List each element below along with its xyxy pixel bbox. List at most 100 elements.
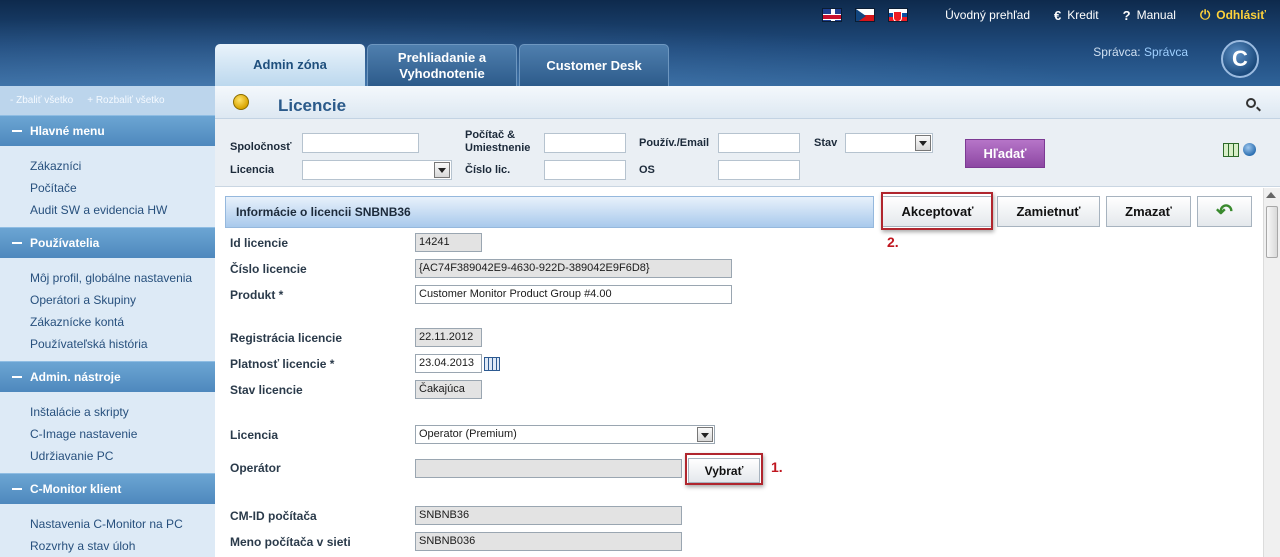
scroll-thumb[interactable] [1266,206,1278,258]
manual-link-label: Manual [1136,8,1176,22]
cmid-label: CM-ID počítača [230,509,317,523]
license-id-label: Id licencie [230,236,289,250]
sidebar-section-title: Používatelia [30,236,100,250]
filter-os-input[interactable] [718,160,800,180]
sidebar-item-operators[interactable]: Operátori a Skupiny [30,289,215,311]
sidebar-item-cmonitor-settings[interactable]: Nastavenia C-Monitor na PC [30,513,215,535]
euro-icon: € [1054,7,1062,23]
sidebar-item-my-profile[interactable]: Môj profil, globálne nastavenia [30,267,215,289]
sidebar-item-computers[interactable]: Počítače [30,177,215,199]
back-button[interactable]: ↶ [1197,196,1252,227]
sidebar-item-installations[interactable]: Inštalácie a skripty [30,401,215,423]
sidebar: - Zbaliť všetko + Rozbaliť všetko Hlavné… [0,86,215,557]
power-icon: ⏻ [1199,7,1211,22]
filter-state-label: Stav [814,137,838,149]
credit-link[interactable]: € Kredit [1054,8,1099,23]
tab-admin-zone[interactable]: Admin zóna [215,44,365,86]
tab-browse-evaluate[interactable]: Prehliadanie a Vyhodnotenie [367,44,517,86]
annotation-step-2: 2. [887,234,899,250]
calendar-icon[interactable] [484,357,500,371]
content-scrollbar[interactable] [1263,188,1280,557]
filter-license-no-label: Číslo lic. [465,164,511,176]
page-title: Licencie [278,96,347,115]
registration-value: 22.11.2012 [415,328,482,347]
highlight-choose [685,453,763,485]
filter-bar: Spoločnosť Licencia Počítač & Umiestneni… [215,119,1280,187]
export-grid-icon[interactable] [1223,143,1239,157]
expand-all-link[interactable]: + Rozbaliť všetko [87,95,164,106]
highlight-accept [881,192,993,230]
scroll-up-icon[interactable] [1266,192,1276,198]
sidebar-section-admin-tools[interactable]: Admin. nástroje [0,361,215,392]
flag-cz-icon[interactable] [855,8,876,22]
sidebar-item-user-history[interactable]: Používateľská história [30,333,215,355]
sidebar-list-users: Môj profil, globálne nastavenia Operátor… [0,258,215,361]
sidebar-section-users[interactable]: Používatelia [0,227,215,258]
validity-label: Platnosť licencie * [230,357,335,371]
tab-customer-desk[interactable]: Customer Desk [519,44,669,86]
filter-tools [1223,143,1256,157]
product-input[interactable]: Customer Monitor Product Group #4.00 [415,285,732,304]
annotation-step-1: 1. [771,459,783,475]
current-user: Správca: Správca [1093,45,1188,59]
filter-computer-label: Počítač & Umiestnenie [465,129,531,154]
chevron-down-icon [697,427,713,442]
reject-button[interactable]: Zamietnuť [997,196,1100,227]
filter-user-email-label: Použív./Email [639,137,710,149]
sidebar-section-title: Hlavné menu [30,124,105,138]
license-number-label: Číslo licencie [230,262,307,276]
page-header: Licencie [215,86,1280,119]
section-title: Informácie o licencii SNBNB36 [225,196,874,228]
flag-uk-icon[interactable] [822,8,843,22]
validity-input[interactable]: 23.04.2013 [415,354,482,373]
chevron-down-icon [915,135,931,151]
delete-button[interactable]: Zmazať [1106,196,1191,227]
sidebar-item-customer-accounts[interactable]: Zákaznícke kontá [30,311,215,333]
logout-link[interactable]: ⏻ Odhlásiť [1200,7,1266,23]
search-button[interactable]: Hľadať [965,139,1045,168]
sidebar-item-audit[interactable]: Audit SW a evidencia HW [30,199,215,221]
license-type-select[interactable]: Operator (Premium) [415,425,715,444]
collapse-all-link[interactable]: - Zbaliť všetko [10,95,73,106]
license-state-label: Stav licencie [230,383,303,397]
filter-license-no-input[interactable] [544,160,626,180]
credit-link-label: Kredit [1067,8,1099,22]
sidebar-section-cmonitor[interactable]: C-Monitor klient [0,473,215,504]
filter-user-email-input[interactable] [718,133,800,153]
sidebar-list-cmonitor: Nastavenia C-Monitor na PC Rozvrhy a sta… [0,504,215,557]
main-panel: Licencie Spoločnosť Licencia Počítač & U… [215,86,1280,557]
sidebar-item-pc-maintenance[interactable]: Udržiavanie PC [30,445,215,467]
sidebar-controls: - Zbaliť všetko + Rozbaliť všetko [0,86,215,115]
user-name[interactable]: Správca [1144,45,1188,59]
license-number-value: {AC74F389042E9-4630-922D-389042E9F6D8} [415,259,732,278]
sidebar-item-customers[interactable]: Zákazníci [30,155,215,177]
sidebar-item-schedules[interactable]: Rozvrhy a stav úloh [30,535,215,557]
help-icon[interactable] [1243,143,1256,156]
sidebar-item-cimage[interactable]: C-Image nastavenie [30,423,215,445]
cmid-value: SNBNB36 [415,506,682,525]
chevron-down-icon [434,162,450,178]
filter-license-select[interactable] [302,160,452,180]
app-logo: C [1221,40,1259,78]
sidebar-section-title: C-Monitor klient [30,482,122,496]
overview-link-label: Úvodný prehľad [945,8,1031,22]
sidebar-list-main-menu: Zákazníci Počítače Audit SW a evidencia … [0,146,215,227]
netname-value: SNBNB036 [415,532,682,551]
search-icon[interactable] [1246,98,1256,108]
flag-sk-icon[interactable] [888,8,909,22]
manual-link[interactable]: ? Manual [1123,8,1176,23]
netname-label: Meno počítača v sieti [230,535,351,549]
filter-company-label: Spoločnosť [230,141,292,153]
overview-link[interactable]: Úvodný prehľad [945,8,1030,22]
top-navigation: Úvodný prehľad € Kredit ? Manual ⏻ Odhlásiť [822,6,1266,24]
filter-state-select[interactable] [845,133,933,153]
filter-company-input[interactable] [302,133,419,153]
operator-label: Operátor [230,461,281,475]
app-header: Úvodný prehľad € Kredit ? Manual ⏻ Odhlásiť… [0,0,1280,86]
filter-computer-input[interactable] [544,133,626,153]
sidebar-section-main-menu[interactable]: Hlavné menu [0,115,215,146]
logo-letter: C [1232,46,1248,71]
tab-browse-evaluate-label: Prehliadanie a Vyhodnotenie [397,49,487,81]
sidebar-list-admin-tools: Inštalácie a skripty C-Image nastavenie … [0,392,215,473]
back-arrow-icon: ↶ [1216,201,1233,223]
